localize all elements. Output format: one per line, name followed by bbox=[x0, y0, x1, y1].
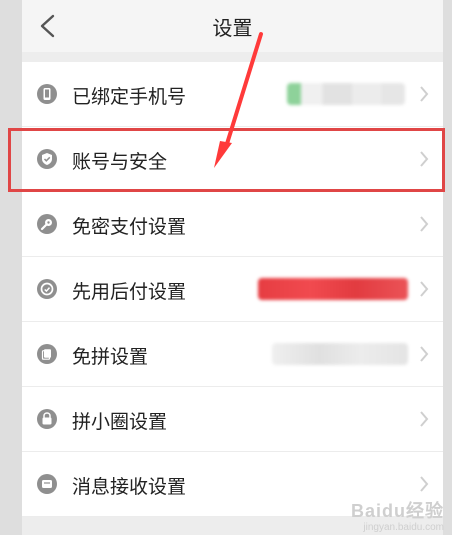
phone-number-value bbox=[287, 83, 405, 105]
page-title: 设置 bbox=[212, 16, 253, 40]
settings-item-label: 拼小圈设置 bbox=[72, 411, 168, 433]
lock-icon bbox=[37, 409, 57, 429]
badge-icon bbox=[37, 279, 57, 299]
watermark: Baidu经验 jingyan.baidu.com bbox=[350, 501, 444, 533]
watermark-main: Baidu经验 bbox=[350, 501, 444, 522]
settings-item-pay-later[interactable]: 先用后付设置 bbox=[22, 257, 443, 322]
settings-item-circle[interactable]: 拼小圈设置 bbox=[22, 387, 443, 452]
message-icon bbox=[37, 474, 57, 494]
phone-icon bbox=[37, 84, 57, 104]
settings-item-label: 消息接收设置 bbox=[72, 476, 187, 498]
top-navigation-bar: 设置 bbox=[22, 0, 443, 52]
settings-item-label: 免密支付设置 bbox=[72, 216, 187, 238]
chevron-right-icon bbox=[420, 86, 429, 102]
settings-item-password-free-payment[interactable]: 免密支付设置 bbox=[22, 192, 443, 257]
chevron-right-icon bbox=[420, 411, 429, 427]
chevron-right-icon bbox=[420, 346, 429, 362]
copy-icon bbox=[37, 344, 57, 364]
settings-item-label: 免拼设置 bbox=[72, 346, 149, 368]
group-free-status-value bbox=[272, 343, 408, 365]
chevron-right-icon bbox=[420, 281, 429, 297]
settings-item-label: 已绑定手机号 bbox=[72, 86, 187, 108]
watermark-sub: jingyan.baidu.com bbox=[363, 522, 444, 533]
chevron-right-icon bbox=[420, 216, 429, 232]
settings-item-label: 先用后付设置 bbox=[72, 281, 187, 303]
settings-item-phone[interactable]: 已绑定手机号 bbox=[22, 62, 443, 127]
highlight-box bbox=[8, 128, 445, 192]
key-icon bbox=[37, 214, 57, 234]
settings-item-group-free[interactable]: 免拼设置 bbox=[22, 322, 443, 387]
chevron-right-icon bbox=[420, 476, 429, 492]
phone-screen: 设置 已绑定手机号 账号与安全 免密支付设置 先用后付设置 免拼设置 拼小圈设置… bbox=[22, 0, 443, 535]
pay-later-status-value bbox=[258, 278, 408, 300]
